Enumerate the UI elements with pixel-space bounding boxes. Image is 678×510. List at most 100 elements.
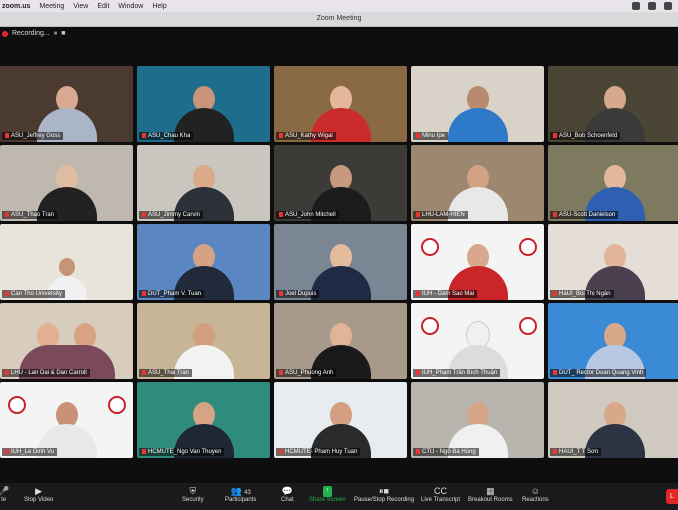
- video-tile[interactable]: HCMUTE_Ngo Van Thuyen: [137, 382, 270, 458]
- video-tile[interactable]: LHU - Lan Dai & Dan Carroll: [0, 303, 133, 379]
- menubar-status-icons: [632, 2, 672, 10]
- menu-help[interactable]: Help: [152, 3, 166, 10]
- participant-name: Minu Ipe: [413, 132, 449, 140]
- smiley-icon: ☺: [530, 486, 540, 496]
- video-tile[interactable]: HAUI_T T Sơn: [548, 382, 678, 458]
- window-title: Zoom Meeting: [0, 12, 678, 27]
- mac-menu-bar: zoom.us Meeting View Edit Window Help: [0, 0, 678, 12]
- video-tile[interactable]: ASU_Bob Schoenfeld: [548, 66, 678, 142]
- participant-face: [58, 258, 75, 276]
- participant-name: HAUI_T T Sơn: [550, 448, 602, 456]
- video-camera-icon: ▶: [35, 486, 43, 496]
- participant-name: CTU - Ngô Bá Hùng: [413, 448, 479, 456]
- participant-name: ASU_Thai Tran: [139, 369, 193, 377]
- video-tile[interactable]: IUH_Phạm Trần Bích Thuận: [411, 303, 544, 379]
- university-logo-icon: [519, 238, 537, 256]
- university-logo-icon: [421, 238, 439, 256]
- video-tile[interactable]: ASU_Jimmy Carvin: [137, 145, 270, 221]
- participant-name: ASU_Bob Schoenfeld: [550, 132, 621, 140]
- menu-edit[interactable]: Edit: [97, 3, 109, 10]
- menu-view[interactable]: View: [73, 3, 88, 10]
- video-tile[interactable]: IUH_Le Dinh Vu: [0, 382, 133, 458]
- security-button[interactable]: ⛨ Security: [182, 486, 204, 503]
- status-icon[interactable]: [664, 2, 672, 10]
- participant-name: IUH - Dam Sao Mai: [413, 290, 478, 298]
- video-tile[interactable]: ASU_John Mitchell: [274, 145, 407, 221]
- status-icon[interactable]: [648, 2, 656, 10]
- video-tile[interactable]: ASU_Phuong Anh: [274, 303, 407, 379]
- video-tile[interactable]: Minu Ipe: [411, 66, 544, 142]
- grid-icon: ▦: [486, 486, 495, 496]
- menu-window[interactable]: Window: [118, 3, 143, 10]
- participant-name: IUH_Phạm Trần Bích Thuận: [413, 369, 501, 377]
- menu-meeting[interactable]: Meeting: [39, 3, 64, 10]
- pause-recording-icon[interactable]: ⏸: [54, 30, 58, 38]
- video-tile[interactable]: DUT_Pham V. Tuan: [137, 224, 270, 300]
- cc-icon: CC: [434, 486, 447, 496]
- participant-name: ASU_Chau Kha: [139, 132, 194, 140]
- video-tile[interactable]: ASU-Scott Danielson: [548, 145, 678, 221]
- live-transcript-button[interactable]: CC Live Transcript: [421, 486, 460, 503]
- microphone-icon: 🎤: [0, 486, 10, 496]
- stop-recording-icon[interactable]: ■: [61, 30, 65, 37]
- pause-stop-icon: ⏸■: [379, 486, 389, 496]
- participants-count: 43: [244, 490, 251, 496]
- people-icon: 👥 43: [230, 486, 251, 496]
- status-icon[interactable]: [632, 2, 640, 10]
- participant-name: LHU - Lan Dai & Dan Carroll: [2, 369, 90, 377]
- university-logo-icon: [519, 317, 537, 335]
- video-tile[interactable]: CTU - Ngô Bá Hùng: [411, 382, 544, 458]
- participant-name: HCMUTE_Ngo Van Thuyen: [139, 448, 225, 456]
- share-arrow-icon: ↑: [322, 486, 333, 497]
- recording-indicator: Recording... ⏸ ■: [0, 27, 65, 40]
- chat-bubble-icon: 💬: [281, 486, 293, 496]
- recording-label: Recording...: [12, 30, 50, 37]
- participant-name: DUT_Pham V. Tuan: [139, 290, 205, 298]
- gallery-view: ASU_Jeffrey Goss ASU_Chau Kha ASU_Kathy …: [0, 64, 678, 459]
- shield-icon: ⛨: [189, 486, 197, 496]
- video-tile[interactable]: ASU_Chau Kha: [137, 66, 270, 142]
- participant-name: HCMUTE- Pham Huy Tuan: [276, 448, 361, 456]
- participant-name: LHU-LAM-HIEN: [413, 211, 468, 219]
- video-tile[interactable]: ASU_Jeffrey Goss: [0, 66, 133, 142]
- participant-body: [447, 108, 508, 142]
- participant-name: DUT_ Rector Doan Quang Vinh: [550, 369, 647, 377]
- participant-name: Joel Dupuis: [276, 290, 320, 298]
- participant-body: [310, 266, 371, 300]
- menu-app-name[interactable]: zoom.us: [2, 3, 30, 10]
- breakout-rooms-button[interactable]: ▦ Breakout Rooms: [468, 486, 513, 503]
- video-tile[interactable]: HCMUTE- Pham Huy Tuan: [274, 382, 407, 458]
- participant-name: ASU_Thao Tran: [2, 211, 58, 219]
- video-tile[interactable]: LHU-LAM-HIEN: [411, 145, 544, 221]
- participant-name: ASU_Jimmy Carvin: [139, 211, 204, 219]
- university-logo-icon: [8, 396, 26, 414]
- video-tile[interactable]: ASU_Kathy Wigal: [274, 66, 407, 142]
- meeting-toolbar: 🎤 te ▶ Stop Video ⛨ Security 👥 43 Partic…: [0, 483, 678, 510]
- participant-name: ASU-Scott Danielson: [550, 211, 619, 219]
- participant-name: IUH_Le Dinh Vu: [2, 448, 58, 456]
- pause-stop-recording-button[interactable]: ⏸■ Pause/Stop Recording: [354, 486, 414, 503]
- participants-button[interactable]: 👥 43 Participants: [225, 486, 256, 503]
- video-tile[interactable]: DUT_ Rector Doan Quang Vinh: [548, 303, 678, 379]
- record-dot-icon: [2, 30, 8, 37]
- participant-name: ASU_John Mitchell: [276, 211, 339, 219]
- participant-name: ASU_Jeffrey Goss: [2, 132, 64, 140]
- end-meeting-button[interactable]: L: [666, 489, 678, 504]
- stop-video-button[interactable]: ▶ Stop Video: [24, 486, 53, 503]
- share-screen-button[interactable]: ↑ Share Screen: [309, 486, 346, 503]
- participant-name: HaUI_Bùi Thị Ngân: [550, 290, 614, 298]
- reactions-button[interactable]: ☺ Reactions: [522, 486, 549, 503]
- chat-button[interactable]: 💬 Chat: [281, 486, 294, 503]
- video-tile[interactable]: Can Tho University: [0, 224, 133, 300]
- video-tile[interactable]: ASU_Thai Tran: [137, 303, 270, 379]
- video-tile[interactable]: IUH - Dam Sao Mai: [411, 224, 544, 300]
- participant-name: ASU_Phuong Anh: [276, 369, 337, 377]
- university-logo-icon: [108, 396, 126, 414]
- unmute-button[interactable]: 🎤 te: [0, 486, 9, 503]
- participant-name: ASU_Kathy Wigal: [276, 132, 336, 140]
- video-tile[interactable]: Joel Dupuis: [274, 224, 407, 300]
- participant-name: Can Tho University: [2, 290, 65, 298]
- video-tile[interactable]: HaUI_Bùi Thị Ngân: [548, 224, 678, 300]
- video-tile[interactable]: ASU_Thao Tran: [0, 145, 133, 221]
- university-logo-icon: [421, 317, 439, 335]
